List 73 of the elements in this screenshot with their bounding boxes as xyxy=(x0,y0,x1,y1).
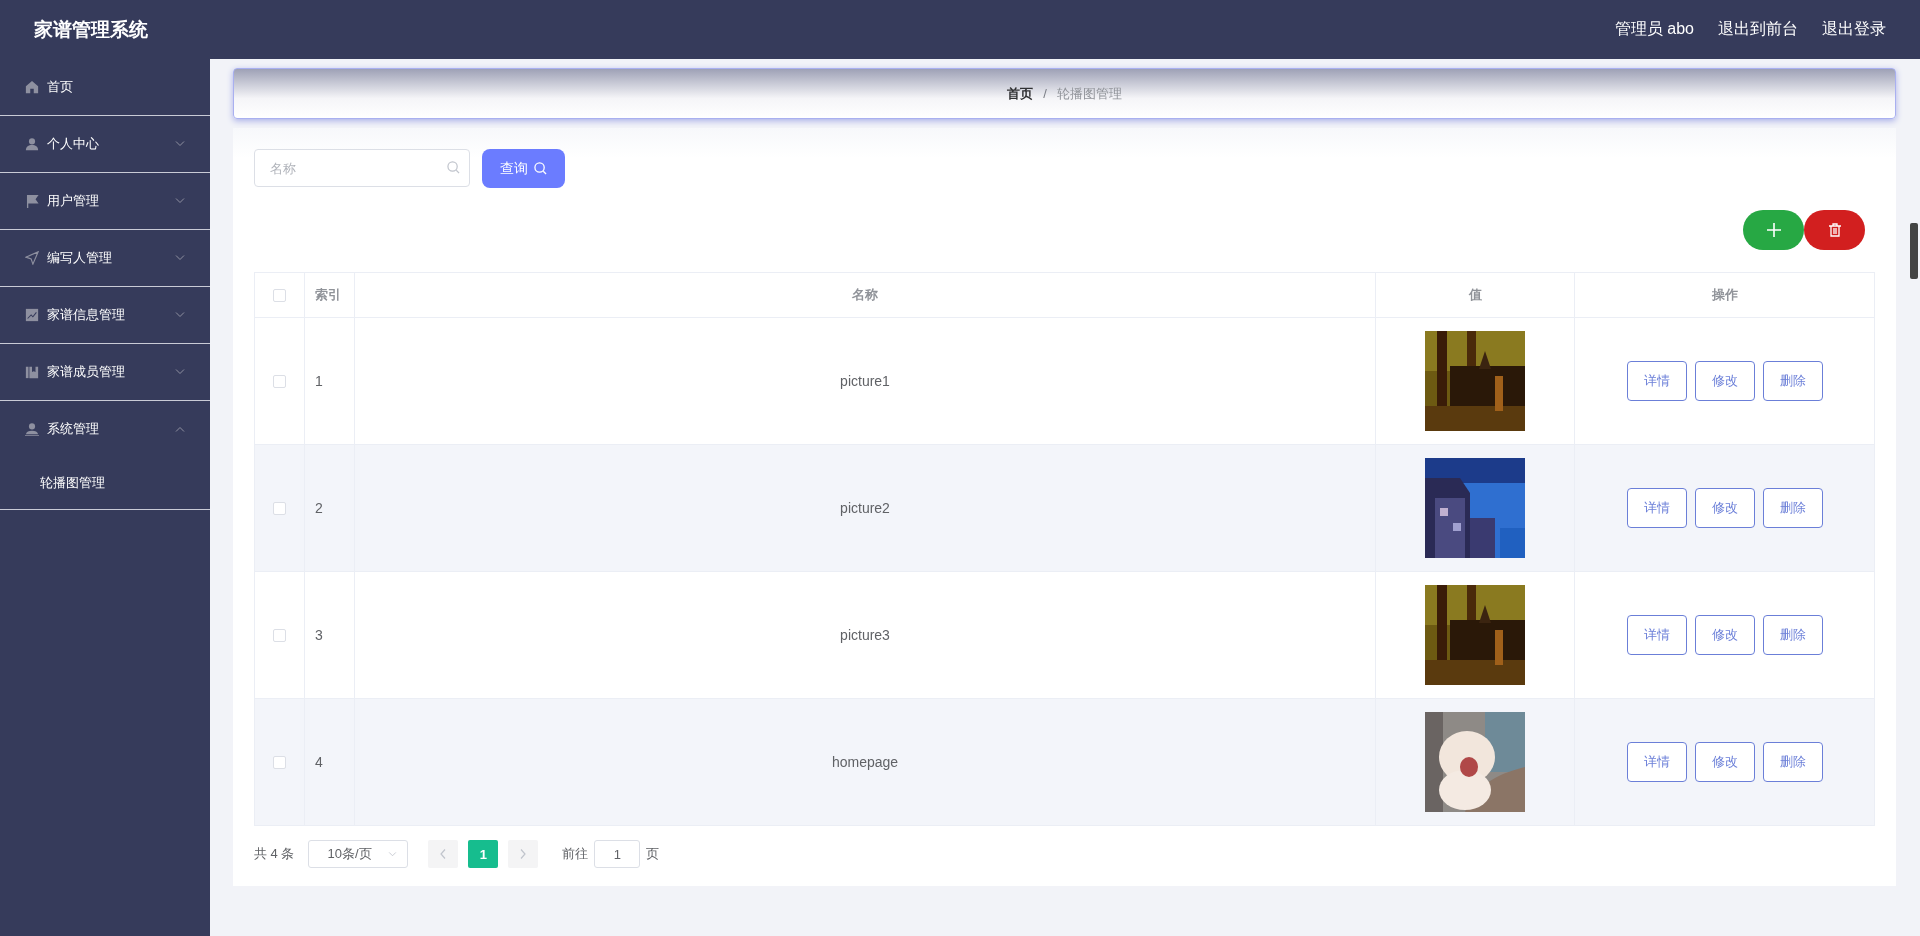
sidebar-subitem[interactable]: 轮播图管理 xyxy=(40,474,105,492)
user-label: 管理员 abo xyxy=(1614,19,1694,39)
home-icon xyxy=(25,80,39,94)
checkbox[interactable] xyxy=(273,755,286,769)
sidebar-item[interactable]: 用户管理 xyxy=(47,192,167,210)
table-cell: picture2 xyxy=(355,445,1376,572)
edit-button[interactable]: 修改 xyxy=(1694,361,1755,401)
chevron-down-icon[interactable] xyxy=(175,255,185,261)
sidebar-item[interactable]: 家谱信息管理 xyxy=(47,306,167,324)
edit-button[interactable]: 修改 xyxy=(1694,488,1755,528)
chart-icon xyxy=(25,308,39,322)
chevron-down-icon[interactable] xyxy=(175,141,185,147)
sidebar-item[interactable]: 编写人管理 xyxy=(47,249,167,267)
breadcrumb-item: 轮播图管理 xyxy=(1056,84,1122,103)
person-icon xyxy=(25,137,39,151)
page-button[interactable]: 1 xyxy=(468,840,499,868)
chevron-right-icon xyxy=(520,849,527,859)
chevron-left-icon xyxy=(440,849,447,859)
search-icon xyxy=(534,162,547,175)
column-header: 名称 xyxy=(355,273,1376,318)
sidebar-item[interactable]: 家谱成员管理 xyxy=(47,363,167,381)
app-title: 家谱管理系统 xyxy=(34,17,148,42)
checkbox[interactable] xyxy=(273,288,286,302)
details-button[interactable]: 详情 xyxy=(1626,488,1687,528)
checkbox[interactable] xyxy=(273,374,286,388)
trash-icon xyxy=(1828,223,1841,237)
delete-button[interactable]: 删除 xyxy=(1762,488,1823,528)
search-field[interactable]: 名称 xyxy=(254,149,470,187)
checkbox[interactable] xyxy=(273,501,286,515)
side-widget[interactable] xyxy=(1910,223,1918,279)
delete-button[interactable]: 删除 xyxy=(1762,742,1823,782)
page-input[interactable]: 1 xyxy=(594,840,641,868)
edit-button[interactable]: 修改 xyxy=(1694,615,1755,655)
sidebar-item[interactable]: 首页 xyxy=(47,78,185,96)
next-page-button[interactable] xyxy=(508,840,539,868)
column-header: 值 xyxy=(1376,273,1575,318)
details-button[interactable]: 详情 xyxy=(1626,742,1687,782)
header-link[interactable]: 退出到前台 xyxy=(1718,19,1798,40)
details-button[interactable]: 详情 xyxy=(1626,615,1687,655)
sidebar-item[interactable]: 系统管理 xyxy=(47,420,167,438)
search-button[interactable]: 查询 xyxy=(482,149,565,188)
page-suffix: 页 xyxy=(646,845,660,863)
caret-icon xyxy=(388,851,398,857)
previous-page-button[interactable] xyxy=(428,840,459,868)
chevron-up-icon[interactable] xyxy=(175,426,185,432)
details-button[interactable]: 详情 xyxy=(1626,361,1687,401)
goto-label: 前往 xyxy=(562,845,589,863)
flag-icon xyxy=(25,194,39,208)
delete-button[interactable]: 删除 xyxy=(1762,615,1823,655)
breadcrumb-item[interactable]: 首页 xyxy=(1007,84,1034,103)
delete-button[interactable] xyxy=(1804,210,1865,250)
table-cell: 4 xyxy=(305,699,355,826)
send-icon xyxy=(25,251,39,265)
edit-button[interactable]: 修改 xyxy=(1694,742,1755,782)
column-header: 操作 xyxy=(1575,273,1875,318)
column-header: 索引 xyxy=(305,273,355,318)
user-icon xyxy=(25,422,39,436)
book-icon xyxy=(25,365,39,379)
checkbox[interactable] xyxy=(273,628,286,642)
delete-button[interactable]: 删除 xyxy=(1762,361,1823,401)
header-link[interactable]: 退出登录 xyxy=(1822,19,1886,40)
plus-icon xyxy=(1766,223,1781,237)
table-cell: homepage xyxy=(355,699,1376,826)
chevron-down-icon[interactable] xyxy=(175,198,185,204)
chevron-down-icon[interactable] xyxy=(175,369,185,375)
chevron-down-icon[interactable] xyxy=(175,312,185,318)
table-cell: 2 xyxy=(305,445,355,572)
search-icon xyxy=(447,161,460,174)
sidebar-item[interactable]: 个人中心 xyxy=(47,135,167,153)
page-size-select[interactable]: 10条/页 xyxy=(308,840,409,868)
breadcrumb-separator: / xyxy=(1043,86,1047,101)
total-count: 共 4 条 xyxy=(254,845,295,863)
add-button[interactable] xyxy=(1743,210,1804,250)
